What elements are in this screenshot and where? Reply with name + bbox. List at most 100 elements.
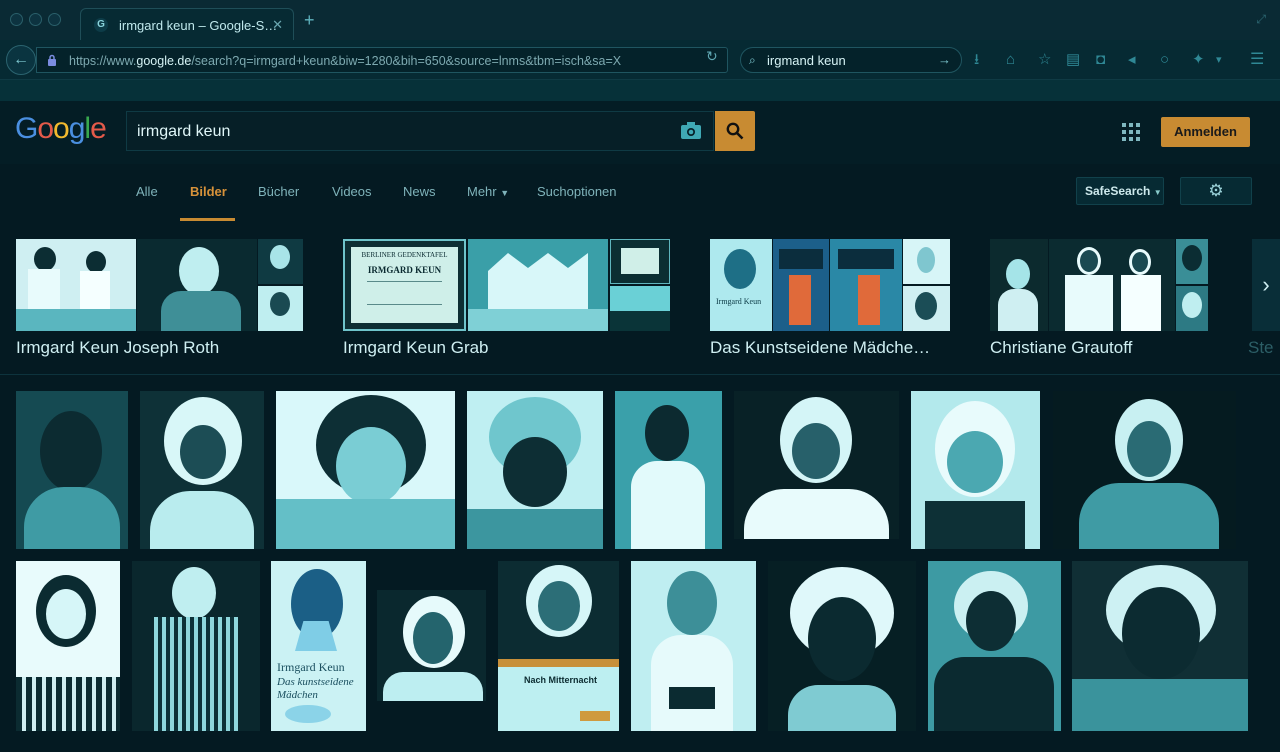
login-button[interactable]: Anmelden	[1161, 117, 1250, 147]
image-result[interactable]	[377, 590, 486, 701]
image-result[interactable]	[911, 391, 1040, 549]
related-search-card-3[interactable]: Irmgard Keun	[710, 239, 950, 331]
close-window-button[interactable]	[10, 13, 23, 26]
google-logo[interactable]: Google	[15, 112, 107, 146]
related-image	[258, 286, 303, 331]
chat-icon[interactable]: ○	[1160, 52, 1169, 68]
apps-grid-icon[interactable]	[1122, 123, 1140, 141]
image-result[interactable]	[16, 561, 120, 731]
search-icon	[726, 122, 744, 140]
related-image	[16, 239, 136, 331]
book-author: Irmgard Keun	[277, 660, 345, 674]
extension-icon[interactable]: ✦	[1192, 52, 1205, 68]
hamburger-menu-icon[interactable]: ☰	[1250, 52, 1264, 68]
image-result[interactable]	[928, 561, 1061, 731]
plaque-name: IRMGARD KEUN	[367, 265, 442, 275]
plaque-heading: BERLINER GEDENKTAFEL	[361, 251, 448, 259]
related-label[interactable]: Ste	[1248, 338, 1274, 358]
fullscreen-icon[interactable]: ⤢	[1256, 12, 1266, 27]
back-arrow-icon[interactable]: ←	[6, 45, 36, 75]
tab-mehr[interactable]: Mehr ▼	[467, 184, 509, 199]
book-cover-result[interactable]: Nach Mitternacht	[498, 561, 619, 731]
google-favicon-icon: G	[94, 18, 108, 32]
image-result[interactable]	[16, 391, 128, 549]
browser-search-field[interactable]: ⌕ irgmand keun →	[740, 47, 962, 73]
browser-navbar: ← https://www.google.de/search?q=irmgard…	[0, 40, 1280, 80]
pocket-icon[interactable]: ◘	[1096, 52, 1105, 68]
memorial-plaque-image: BERLINER GEDENKTAFEL IRMGARD KEUN	[343, 239, 466, 331]
related-image	[1049, 239, 1175, 331]
reading-list-icon[interactable]: ▤	[1066, 52, 1080, 68]
related-image	[990, 239, 1048, 331]
browser-search-value: irgmand keun	[767, 53, 846, 68]
related-label[interactable]: Das Kunstseidene Mädche…	[710, 338, 930, 358]
tab-videos[interactable]: Videos	[332, 184, 372, 199]
download-icon[interactable]: ⭳	[974, 52, 979, 68]
chevron-down-icon: ▼	[1153, 188, 1162, 197]
chevron-down-icon: ▼	[500, 188, 510, 198]
search-button[interactable]	[715, 111, 755, 151]
image-result[interactable]	[467, 391, 603, 549]
divider	[0, 374, 1280, 375]
grave-image	[468, 239, 608, 331]
url-bar[interactable]: https://www.google.de/search?q=irmgard+k…	[36, 47, 728, 73]
new-tab-icon[interactable]: +	[304, 11, 315, 29]
image-result[interactable]	[140, 391, 264, 549]
minimize-window-button[interactable]	[29, 13, 42, 26]
go-arrow-icon[interactable]: →	[938, 52, 951, 67]
lock-icon	[48, 54, 56, 66]
book-cover-result[interactable]: Irmgard Keun Das kunstseidene Mädchen	[271, 561, 366, 731]
reload-icon[interactable]: ↻	[706, 48, 718, 65]
active-tab-underline	[180, 218, 235, 221]
book-cover-image: Irmgard Keun	[710, 239, 772, 331]
tab-mehr-label: Mehr	[467, 184, 497, 199]
related-search-card-2[interactable]: BERLINER GEDENKTAFEL IRMGARD KEUN	[343, 239, 670, 331]
related-image	[258, 239, 303, 284]
image-result[interactable]	[734, 391, 899, 539]
home-icon[interactable]: ⌂	[1006, 52, 1015, 68]
share-icon[interactable]: ◂	[1128, 52, 1136, 68]
related-image	[610, 286, 670, 331]
tab-buecher[interactable]: Bücher	[258, 184, 299, 199]
tab-alle[interactable]: Alle	[136, 184, 158, 199]
related-search-card-1[interactable]	[16, 239, 304, 331]
related-image	[903, 286, 950, 331]
related-image	[610, 239, 670, 284]
image-result[interactable]	[615, 391, 722, 549]
image-result[interactable]	[631, 561, 756, 731]
close-tab-icon[interactable]: ✕	[272, 17, 283, 33]
related-image	[1176, 286, 1208, 331]
zoom-window-button[interactable]	[48, 13, 61, 26]
extension-dropdown-icon[interactable]: ▾	[1216, 52, 1222, 68]
tab-suchoptionen[interactable]: Suchoptionen	[537, 184, 617, 199]
related-label[interactable]: Irmgard Keun Grab	[343, 338, 489, 358]
url-path: /search?q=irmgard+keun&biw=1280&bih=650&…	[191, 54, 622, 68]
settings-gear-icon[interactable]: ⚙	[1180, 177, 1252, 205]
book-author: Irmgard Keun	[716, 297, 762, 306]
url-prefix: https://www.	[69, 54, 137, 68]
related-label[interactable]: Irmgard Keun Joseph Roth	[16, 338, 219, 358]
url-host: google.de	[136, 54, 192, 68]
bookmark-star-icon[interactable]: ☆	[1038, 52, 1051, 68]
related-image	[1176, 239, 1208, 284]
image-result[interactable]	[132, 561, 260, 731]
image-result[interactable]	[276, 391, 455, 549]
image-result[interactable]	[1053, 391, 1236, 549]
browser-tab[interactable]: G irmgard keun – Google-S… ✕	[80, 8, 294, 40]
book-title: Nach Mitternacht	[524, 675, 598, 685]
related-search-card-4[interactable]	[990, 239, 1208, 331]
image-result[interactable]	[768, 561, 916, 731]
safesearch-button[interactable]: SafeSearch ▼	[1076, 177, 1164, 205]
image-result[interactable]	[1072, 561, 1248, 731]
related-label[interactable]: Christiane Grautoff	[990, 338, 1132, 358]
chevron-right-icon[interactable]: ›	[1252, 239, 1280, 331]
camera-icon[interactable]	[680, 120, 702, 140]
tab-bilder[interactable]: Bilder	[190, 184, 227, 199]
book-title: Das kunstseidene Mädchen	[277, 676, 354, 701]
tab-news[interactable]: News	[403, 184, 436, 199]
related-image	[903, 239, 950, 284]
book-cover-image	[830, 239, 902, 331]
related-image	[137, 239, 257, 331]
tab-title: irmgard keun – Google-S…	[119, 18, 278, 33]
search-input[interactable]: irmgard keun	[126, 111, 714, 151]
